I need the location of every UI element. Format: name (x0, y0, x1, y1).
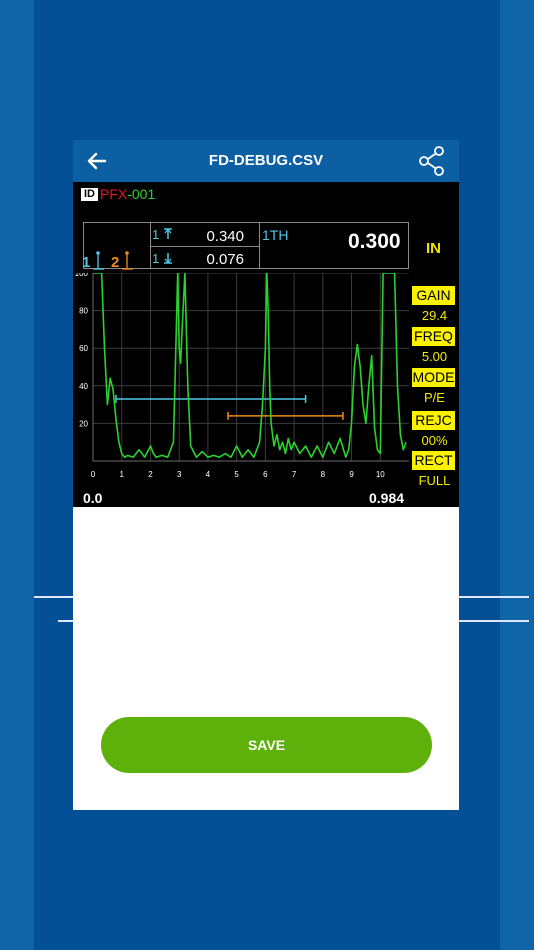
back-button[interactable] (85, 149, 109, 173)
freq-value: 5.00 (421, 349, 448, 364)
navigation-bar: FD-DEBUG.CSV (73, 140, 459, 182)
x-tick-label: 0 (91, 470, 96, 479)
unit-label: IN (426, 240, 441, 257)
gate2-marker-icon (122, 251, 133, 270)
x-tick-label: 10 (376, 470, 385, 479)
y-tick-label: 100 (75, 273, 89, 278)
y-tick-label: 20 (79, 419, 88, 428)
x-tick-label: 8 (321, 470, 326, 479)
background-line (459, 620, 529, 622)
mode-value: P/E (424, 390, 445, 405)
app-screen: FD-DEBUG.CSV ID PFX-001 1 0.340 1 0.076 … (73, 140, 459, 810)
id-badge: ID (81, 188, 98, 201)
a-scan-chart[interactable]: 0 1 2 3 4 5 6 7 8 9 10 20 40 60 80 100 (73, 273, 413, 485)
gate1-flank-value: 0.076 (206, 251, 244, 268)
threshold-label: 1TH (262, 227, 289, 243)
part-id-prefix: PFX (100, 186, 128, 202)
main-thickness-value: 0.300 (348, 230, 401, 253)
x-tick-label: 5 (234, 470, 239, 479)
gate1-marker-icon (93, 251, 104, 270)
reject-value: 00% (421, 433, 448, 448)
background-line (459, 596, 529, 598)
gate1-peak-value: 0.340 (206, 228, 244, 245)
gate2-marker[interactable]: 2 (109, 250, 135, 272)
save-button[interactable]: SAVE (101, 717, 432, 773)
gate1-marker-number: 1 (82, 254, 91, 271)
flaw-detector-display: ID PFX-001 1 0.340 1 0.076 1TH 0.300 IN … (73, 182, 459, 507)
a-scan-trace (93, 273, 407, 458)
peak-arrow-icon (163, 228, 172, 239)
range-end: 0.984 (369, 490, 405, 506)
reject-button[interactable]: REJC (412, 411, 455, 430)
y-tick-label: 80 (79, 307, 88, 316)
background-line (58, 620, 74, 622)
flank-arrow-icon (163, 253, 172, 264)
x-tick-label: 1 (120, 470, 125, 479)
x-tick-label: 3 (177, 470, 182, 479)
y-tick-label: 60 (79, 344, 88, 353)
mode-button[interactable]: MODE (412, 368, 455, 387)
gate1-peak-label: 1 (152, 227, 173, 242)
share-button[interactable] (417, 145, 447, 177)
part-id: PFX-001 (100, 186, 155, 202)
x-tick-label: 7 (292, 470, 297, 479)
gate1-flank-label: 1 (152, 251, 173, 266)
range-start: 0.0 (83, 490, 103, 506)
y-tick-label: 40 (79, 382, 88, 391)
gate2-marker-number: 2 (111, 254, 120, 271)
gate1-flank-number: 1 (152, 251, 160, 266)
share-icon (419, 146, 444, 176)
gain-button[interactable]: GAIN (412, 286, 455, 305)
rectification-value: FULL (418, 473, 451, 488)
x-tick-label: 9 (349, 470, 354, 479)
x-tick-label: 6 (263, 470, 268, 479)
freq-button[interactable]: FREQ (412, 327, 455, 346)
part-id-suffix: -001 (127, 186, 156, 202)
rectification-button[interactable]: RECT (412, 451, 455, 470)
page-title: FD-DEBUG.CSV (208, 152, 324, 169)
x-tick-label: 2 (148, 470, 153, 479)
gate1-marker[interactable]: 1 (82, 250, 106, 272)
gate1-peak-number: 1 (152, 227, 160, 242)
divider (150, 246, 260, 247)
background-line (34, 596, 74, 598)
x-tick-label: 4 (206, 470, 211, 479)
arrow-left-icon (87, 152, 107, 170)
gain-value: 29.4 (421, 308, 448, 323)
